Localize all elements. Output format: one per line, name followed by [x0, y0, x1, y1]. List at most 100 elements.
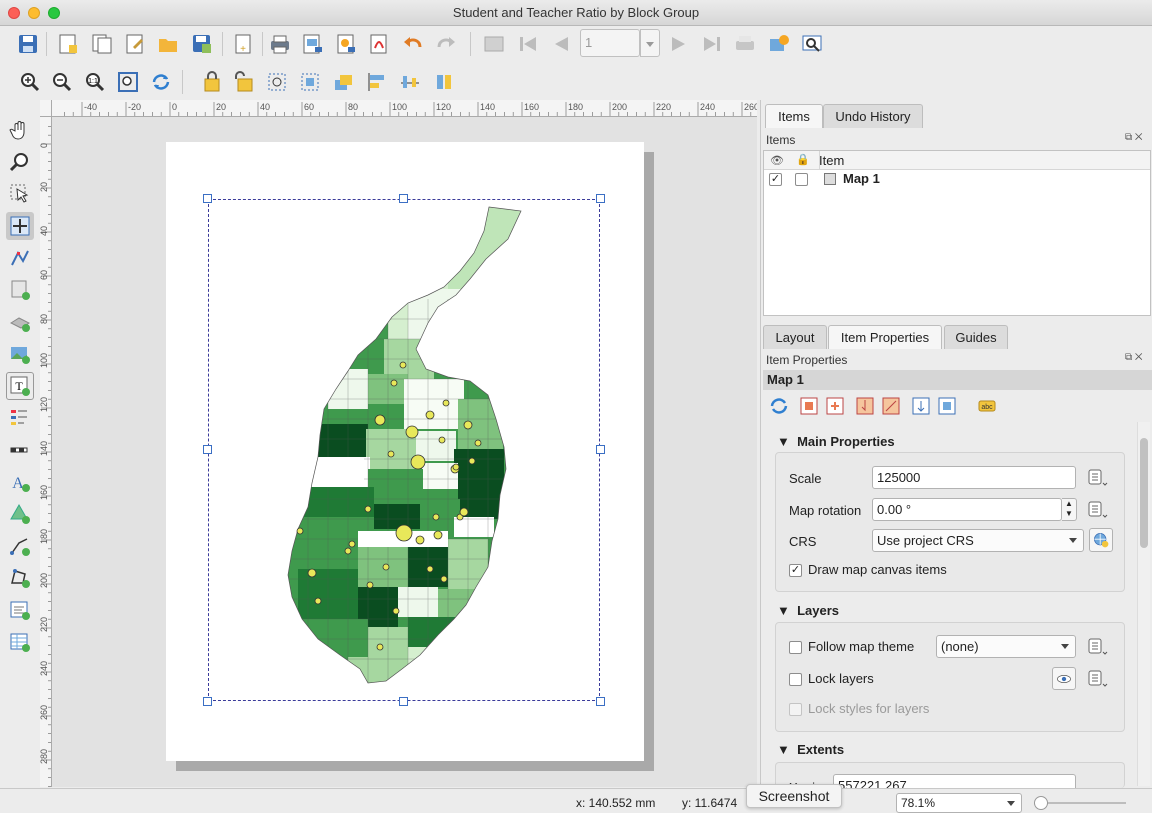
- zoom-100-icon[interactable]: 1:1: [83, 70, 107, 94]
- item-row-name[interactable]: Map 1: [843, 171, 880, 186]
- add-legend-tool-icon[interactable]: [6, 404, 34, 432]
- lock-styles-checkbox[interactable]: [789, 703, 802, 716]
- map-rotation-input[interactable]: 0.00 °: [872, 498, 1062, 521]
- group-items-icon[interactable]: [265, 70, 289, 94]
- zoom-full-icon[interactable]: [116, 70, 140, 94]
- resize-handle-ne[interactable]: [596, 194, 605, 203]
- crs-picker-icon[interactable]: [1089, 528, 1113, 552]
- redo-icon[interactable]: [434, 32, 458, 56]
- print-icon[interactable]: [268, 32, 292, 56]
- pan-tool-icon[interactable]: [6, 116, 34, 144]
- unlock-items-icon[interactable]: [231, 70, 255, 94]
- add-attribute-table-tool-icon[interactable]: [6, 628, 34, 656]
- raise-items-icon[interactable]: [331, 70, 355, 94]
- rotation-data-defined-icon[interactable]: [1085, 498, 1109, 520]
- map-item-selection-frame[interactable]: [203, 194, 605, 706]
- atlas-preview-icon[interactable]: [482, 32, 506, 56]
- select-tool-icon[interactable]: [6, 180, 34, 208]
- export-svg-icon[interactable]: [334, 32, 358, 56]
- last-feature-icon[interactable]: [700, 32, 724, 56]
- item-column-header[interactable]: Item: [819, 153, 844, 168]
- add-polygon-tool-icon[interactable]: [6, 564, 34, 592]
- update-preview-icon[interactable]: [767, 394, 791, 418]
- zoom-tool-icon[interactable]: [6, 148, 34, 176]
- tab-item-properties[interactable]: Item Properties: [828, 325, 942, 349]
- main-properties-heading[interactable]: ▼ Main Properties: [777, 434, 895, 449]
- zoom-out-icon[interactable]: [50, 70, 74, 94]
- duplicate-layout-icon[interactable]: [90, 32, 114, 56]
- move-content-tool-icon[interactable]: [6, 212, 34, 240]
- open-template-icon[interactable]: [156, 32, 180, 56]
- crs-select[interactable]: Use project CRS: [872, 529, 1084, 552]
- layout-manager-icon[interactable]: [123, 32, 147, 56]
- add-map-tool-icon[interactable]: [6, 276, 34, 304]
- layout-canvas[interactable]: [52, 117, 757, 787]
- lock-layers-checkbox[interactable]: [789, 673, 802, 686]
- xmin-input[interactable]: 557221.267: [833, 774, 1076, 788]
- add-shape-tool-icon[interactable]: [6, 500, 34, 528]
- view-extent-icon[interactable]: [823, 394, 847, 418]
- close-window-button[interactable]: [8, 7, 20, 19]
- layers-heading[interactable]: ▼ Layers: [777, 603, 839, 618]
- distribute-items-icon[interactable]: [398, 70, 422, 94]
- add-html-tool-icon[interactable]: [6, 596, 34, 624]
- align-items-icon[interactable]: [365, 70, 389, 94]
- refresh-icon[interactable]: [149, 70, 173, 94]
- map-theme-select[interactable]: (none): [936, 635, 1076, 658]
- tab-guides[interactable]: Guides: [944, 325, 1008, 349]
- atlas-page-input[interactable]: 1: [580, 29, 640, 57]
- lock-layers-data-defined-icon[interactable]: [1085, 667, 1109, 689]
- add-page-icon[interactable]: +: [231, 32, 255, 56]
- atlas-page-dropdown[interactable]: [640, 29, 660, 57]
- export-pdf-icon[interactable]: [367, 32, 391, 56]
- add-3d-map-tool-icon[interactable]: [6, 308, 34, 336]
- rotation-spin-buttons[interactable]: ▲ ▼: [1062, 498, 1077, 521]
- zoom-level-select[interactable]: 78.1%: [896, 793, 1022, 813]
- draw-canvas-items-checkbox[interactable]: ✓: [789, 564, 802, 577]
- add-scalebar-tool-icon[interactable]: [6, 436, 34, 464]
- resize-items-icon[interactable]: [432, 70, 456, 94]
- previous-feature-icon[interactable]: [549, 32, 573, 56]
- extents-heading[interactable]: ▼ Extents: [777, 742, 844, 757]
- scale-input[interactable]: 125000: [872, 466, 1076, 489]
- edit-nodes-tool-icon[interactable]: [6, 244, 34, 272]
- tab-layout[interactable]: Layout: [763, 325, 827, 349]
- items-table[interactable]: 👁 🔒 Item ✓ Map 1: [763, 150, 1151, 316]
- bookmark-icon[interactable]: [853, 394, 877, 418]
- labels-icon[interactable]: abc: [975, 394, 999, 418]
- resize-handle-nw[interactable]: [203, 194, 212, 203]
- items-panel-dock-buttons[interactable]: ⧉ ✕: [1125, 132, 1143, 143]
- new-layout-icon[interactable]: [56, 32, 80, 56]
- tab-undo-history[interactable]: Undo History: [823, 104, 923, 128]
- resize-handle-s[interactable]: [399, 697, 408, 706]
- zoom-window-button[interactable]: [48, 7, 60, 19]
- undo-icon[interactable]: [401, 32, 425, 56]
- tab-items[interactable]: Items: [765, 104, 823, 128]
- add-label-tool-icon[interactable]: T: [6, 372, 34, 400]
- ungroup-items-icon[interactable]: [298, 70, 322, 94]
- first-feature-icon[interactable]: [516, 32, 540, 56]
- label-settings-icon[interactable]: [909, 394, 933, 418]
- resize-handle-e[interactable]: [596, 445, 605, 454]
- lock-items-icon[interactable]: [198, 70, 222, 94]
- move-to-map-icon[interactable]: [879, 394, 903, 418]
- follow-map-theme-checkbox[interactable]: [789, 641, 802, 654]
- add-polyline-tool-icon[interactable]: [6, 532, 34, 560]
- scale-data-defined-icon[interactable]: [1085, 466, 1109, 488]
- resize-handle-se[interactable]: [596, 697, 605, 706]
- print-atlas-icon[interactable]: [733, 32, 757, 56]
- add-north-arrow-tool-icon[interactable]: A: [6, 468, 34, 496]
- properties-scrollbar[interactable]: [1137, 422, 1150, 786]
- theme-data-defined-icon[interactable]: [1085, 635, 1109, 657]
- minimize-window-button[interactable]: [28, 7, 40, 19]
- atlas-zoom-icon[interactable]: [800, 32, 824, 56]
- zoom-in-icon[interactable]: [18, 70, 42, 94]
- item-visible-checkbox[interactable]: ✓: [769, 173, 782, 186]
- export-image-icon[interactable]: [301, 32, 325, 56]
- resize-handle-sw[interactable]: [203, 697, 212, 706]
- zoom-slider-handle[interactable]: [1034, 796, 1048, 810]
- clip-settings-icon[interactable]: [935, 394, 959, 418]
- eye-icon[interactable]: [1052, 667, 1076, 690]
- save-icon[interactable]: [16, 32, 40, 56]
- set-extent-icon[interactable]: [797, 394, 821, 418]
